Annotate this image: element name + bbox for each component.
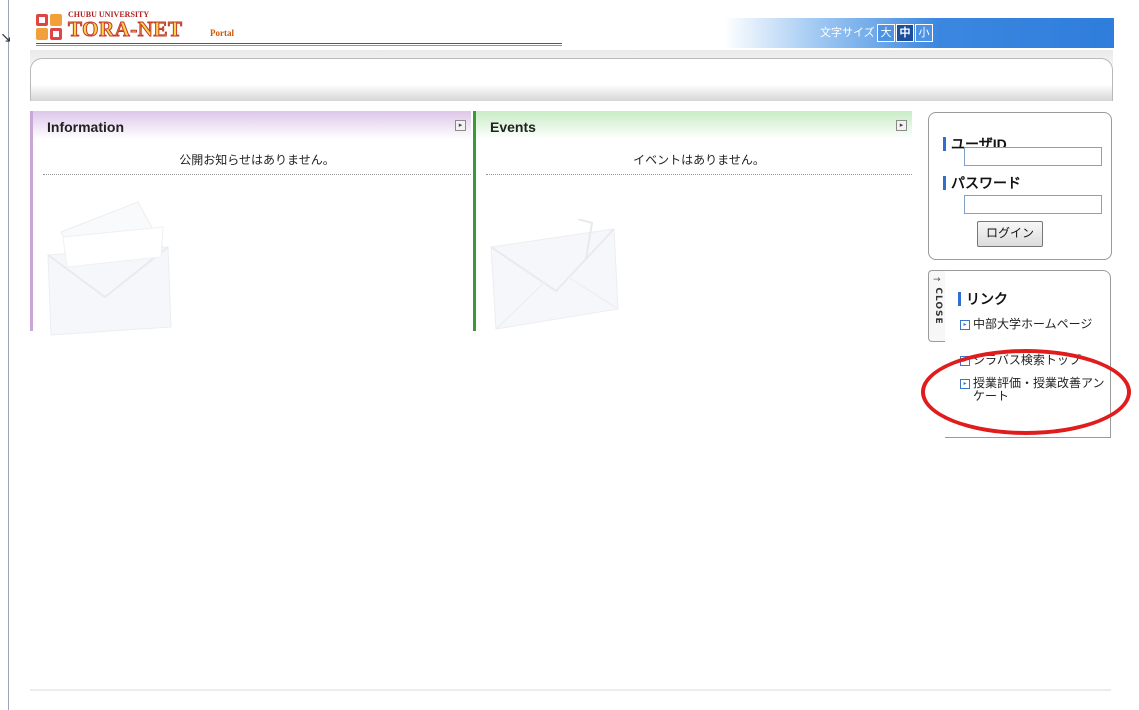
- envelope-icon: [490, 219, 619, 330]
- link-label: 中部大学ホームページ: [973, 317, 1093, 331]
- envelope-icon: [47, 201, 172, 336]
- events-panel-header: Events ▸: [476, 111, 912, 139]
- window-left-border: [8, 0, 9, 710]
- navigation-bar: [30, 58, 1113, 101]
- footer-divider: [30, 689, 1111, 691]
- link-chubu-homepage[interactable]: ▸ 中部大学ホームページ: [960, 318, 1105, 331]
- events-panel: Events ▸ イベントはありません。: [473, 111, 912, 331]
- logo-site-name: TORA-NET: [67, 17, 183, 42]
- arrow-right-icon: →: [933, 275, 941, 285]
- logo-underline: [36, 43, 562, 46]
- links-title: リンク: [958, 291, 1008, 307]
- user-id-input[interactable]: [964, 147, 1102, 166]
- link-arrow-icon: ▸: [960, 379, 970, 389]
- link-label: シラバス検索トップ: [973, 353, 1081, 367]
- events-panel-title: Events: [490, 119, 536, 135]
- font-size-large-button[interactable]: 大: [877, 24, 895, 42]
- information-empty-message: 公開お知らせはありません。: [43, 151, 471, 175]
- link-arrow-icon: ▸: [960, 356, 970, 366]
- password-input[interactable]: [964, 195, 1102, 214]
- login-box: ユーザID パスワード ログイン: [928, 112, 1112, 260]
- information-panel: Information ▸ 公開お知らせはありません。: [30, 111, 471, 336]
- cursor-icon: ↘: [0, 30, 12, 46]
- link-label: 授業評価・授業改善アンケート: [973, 376, 1105, 403]
- expand-arrow-icon[interactable]: ▸: [896, 120, 907, 131]
- font-size-small-button[interactable]: 小: [915, 24, 933, 42]
- events-empty-message: イベントはありません。: [486, 151, 912, 175]
- font-size-label: 文字サイズ: [820, 26, 875, 39]
- logo-portal-word: Portal: [210, 28, 234, 38]
- font-size-medium-button[interactable]: 中: [896, 24, 914, 42]
- link-arrow-icon: ▸: [960, 320, 970, 330]
- information-panel-title: Information: [47, 119, 124, 135]
- links-panel: リンク ▸ 中部大学ホームページ ▸ シラバス検索トップ ▸ 授業評価・授業改善…: [945, 270, 1111, 438]
- expand-arrow-icon[interactable]: ▸: [455, 120, 466, 131]
- link-syllabus-search[interactable]: ▸ シラバス検索トップ: [960, 354, 1105, 367]
- password-label: パスワード: [943, 175, 1021, 191]
- link-course-evaluation[interactable]: ▸ 授業評価・授業改善アンケート: [960, 377, 1105, 403]
- login-button[interactable]: ログイン: [977, 221, 1043, 247]
- close-tab-label: CLOSE: [933, 287, 943, 325]
- information-panel-header: Information ▸: [33, 111, 471, 139]
